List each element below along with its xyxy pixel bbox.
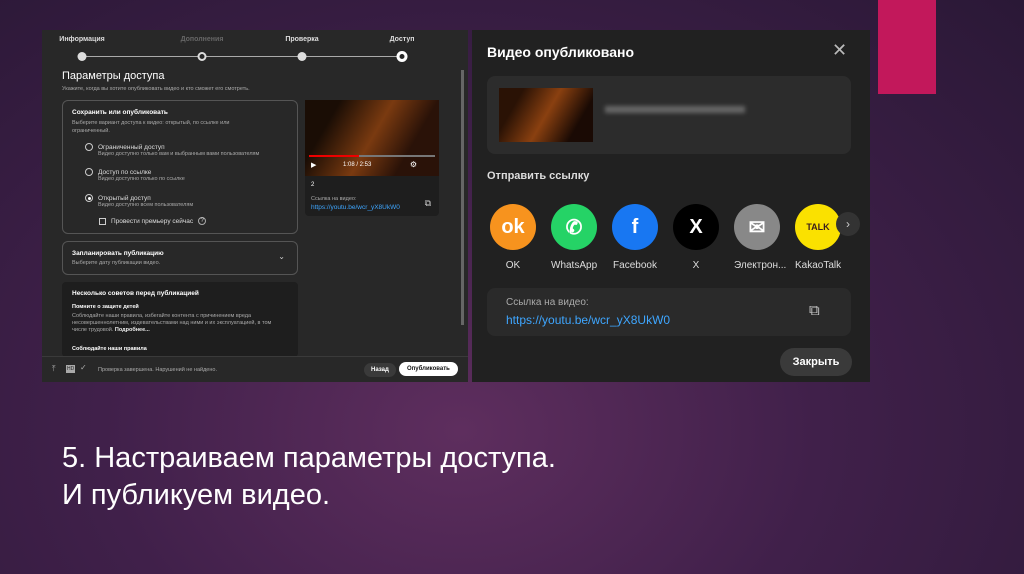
share-label: KakaoTalk: [795, 260, 842, 271]
share-label: WhatsApp: [551, 260, 598, 271]
share-ok[interactable]: ok OK: [490, 204, 536, 271]
tip-text: Соблюдайте наши правила, избегайте конте…: [72, 313, 272, 333]
kakaotalk-icon: TALK: [795, 204, 841, 250]
page-title: Параметры доступа: [62, 70, 165, 82]
share-x[interactable]: XX: [673, 204, 719, 271]
ok-icon: ok: [490, 204, 536, 250]
upload-icon: ⤒: [52, 364, 56, 373]
close-icon[interactable]: ✕: [832, 40, 847, 61]
video-thumbnail: [499, 88, 593, 142]
share-facebook[interactable]: f Facebook: [612, 204, 658, 271]
whatsapp-icon: ✆: [551, 204, 597, 250]
current-step-icon: [396, 51, 408, 62]
dialog-title: Видео опубликовано: [487, 44, 635, 60]
back-button[interactable]: Назад: [364, 363, 396, 377]
radio-restricted[interactable]: Ограниченный доступ Видео доступно только…: [85, 143, 259, 157]
radio-unlisted[interactable]: Доступ по ссылке Видео доступно только по…: [85, 168, 185, 182]
step-access[interactable]: Доступ: [390, 36, 415, 43]
tip-title: Помните о защите детей: [72, 304, 139, 310]
blurred-text: [605, 106, 745, 113]
page-subtitle: Укажите, когда вы хотите опубликовать ви…: [62, 86, 250, 92]
tips-title: Несколько советов перед публикацией: [72, 290, 199, 297]
play-icon[interactable]: ▶: [311, 161, 316, 169]
chevron-right-icon[interactable]: ›: [836, 212, 860, 236]
step-dot-icon: [197, 52, 207, 61]
step-info[interactable]: Информация: [59, 36, 104, 43]
tip-title: Соблюдайте наши правила: [72, 346, 147, 352]
close-button[interactable]: Закрыть: [780, 348, 852, 376]
check-icon: [297, 52, 307, 61]
access-settings-screenshot: Информация Дополнения Проверка Доступ Па…: [42, 30, 468, 382]
share-label: X: [692, 260, 700, 271]
premiere-checkbox[interactable]: Провести премьеру сейчас?: [99, 217, 207, 225]
copy-icon[interactable]: ⧉: [425, 198, 431, 209]
x-icon: X: [673, 204, 719, 250]
share-label: OK: [505, 260, 521, 271]
video-published-dialog: Видео опубликовано ✕ Отправить ссылку ok…: [472, 30, 870, 382]
share-label: Электрон...: [734, 260, 787, 271]
video-preview-card: ▶ 1:08 / 2:53 ⚙ 2 Ссылка на видео: https…: [305, 100, 439, 216]
video-time: 1:08 / 2:53: [343, 162, 372, 168]
share-title: Отправить ссылку: [487, 170, 590, 182]
link-box: Ссылка на видео: https://youtu.be/wcr_yX…: [487, 288, 851, 336]
settings-icon[interactable]: ⚙: [410, 160, 417, 169]
footer: ⤒ HD ✓ Проверка завершена. Нарушений не …: [42, 356, 468, 382]
link-label: Ссылка на видео:: [506, 297, 589, 308]
publish-button[interactable]: Опубликовать: [399, 362, 458, 376]
slide-caption: 5. Настраиваем параметры доступа. И публ…: [62, 440, 556, 514]
save-title: Сохранить или опубликовать: [72, 109, 168, 116]
save-desc: Выберите вариант доступа к видео: открыт…: [72, 120, 230, 134]
video-card: [487, 76, 851, 154]
mail-icon: ✉: [734, 204, 780, 250]
schedule-title: Запланировать публикацию: [72, 250, 164, 257]
hd-icon: HD: [66, 365, 76, 373]
schedule-panel[interactable]: Запланировать публикацию Выберите дату п…: [62, 241, 298, 275]
video-player[interactable]: ▶ 1:08 / 2:53 ⚙: [305, 100, 439, 176]
tips-panel: Несколько советов перед публикацией Помн…: [62, 282, 298, 357]
save-publish-panel: Сохранить или опубликовать Выберите вари…: [62, 100, 298, 234]
stepper: Информация Дополнения Проверка Доступ: [59, 36, 414, 62]
step-check[interactable]: Проверка: [285, 36, 318, 43]
share-label: Facebook: [613, 260, 657, 271]
share-whatsapp[interactable]: ✆ WhatsApp: [551, 204, 597, 271]
check-icon: [77, 52, 87, 61]
decor-rect: [878, 0, 936, 94]
video-link[interactable]: https://youtu.be/wcr_yX8UkW0: [311, 204, 400, 211]
more-link[interactable]: Подробнее...: [115, 327, 150, 333]
share-kakaotalk[interactable]: TALK KakaoTalk: [795, 204, 841, 271]
caption-line: И публикуем видео.: [62, 479, 331, 511]
radio-public[interactable]: Открытый доступ Видео доступно всем польз…: [85, 194, 193, 208]
video-link[interactable]: https://youtu.be/wcr_yX8UkW0: [506, 313, 670, 327]
video-title: 2: [311, 182, 315, 188]
scrollbar[interactable]: [461, 70, 464, 325]
schedule-desc: Выберите дату публикации видео.: [72, 260, 161, 266]
check-status: Проверка завершена. Нарушений не найдено…: [98, 367, 217, 373]
share-электрон[interactable]: ✉ Электрон...: [734, 204, 787, 271]
check-circle-icon: ✓: [80, 363, 87, 372]
chevron-down-icon[interactable]: ⌄: [278, 252, 285, 261]
step-extras[interactable]: Дополнения: [181, 36, 224, 43]
caption-line: 5. Настраиваем параметры доступа.: [62, 442, 556, 474]
copy-icon[interactable]: ⧉: [809, 302, 820, 319]
facebook-icon: f: [612, 204, 658, 250]
link-label: Ссылка на видео:: [311, 196, 357, 202]
